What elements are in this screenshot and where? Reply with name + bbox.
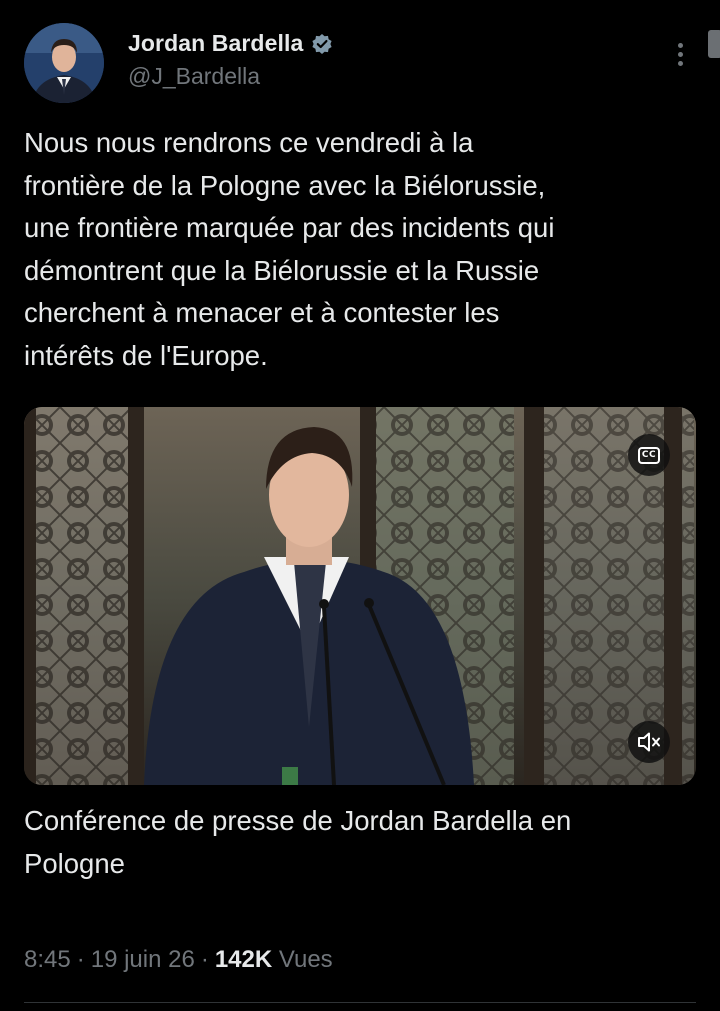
tweet-date[interactable]: 19 juin 26 <box>91 946 195 973</box>
video-player[interactable]: CC <box>24 407 696 785</box>
video-frame <box>24 407 696 785</box>
mute-button[interactable] <box>628 721 670 763</box>
tweet-time[interactable]: 8:45 <box>24 946 71 973</box>
scrollbar-handle[interactable] <box>708 30 720 58</box>
more-vertical-icon[interactable] <box>668 40 692 74</box>
tweet-meta: 8:45 · 19 juin 26 · 142K Vues <box>24 946 333 974</box>
verified-badge-icon <box>311 33 333 55</box>
views-count[interactable]: 142K <box>215 946 272 973</box>
meta-separator: · <box>76 946 85 973</box>
author-handle[interactable]: @J_Bardella <box>128 63 333 90</box>
volume-muted-icon <box>638 732 660 752</box>
meta-separator: · <box>200 946 209 973</box>
video-caption: Conférence de presse de Jordan Bardella … <box>24 800 696 885</box>
avatar-image <box>24 23 104 103</box>
video-caption-text: Conférence de presse de Jordan Bardella … <box>24 805 572 879</box>
closed-captions-icon: CC <box>638 446 660 464</box>
tweet-text: Nous nous rendrons ce vendredi à la fron… <box>24 127 555 371</box>
tweet-author: Jordan Bardella @J_Bardella <box>128 30 333 90</box>
avatar[interactable] <box>24 23 104 103</box>
author-display-name[interactable]: Jordan Bardella <box>128 30 303 57</box>
divider <box>24 1002 696 1003</box>
views-label: Vues <box>278 946 333 973</box>
closed-captions-button[interactable]: CC <box>628 434 670 476</box>
